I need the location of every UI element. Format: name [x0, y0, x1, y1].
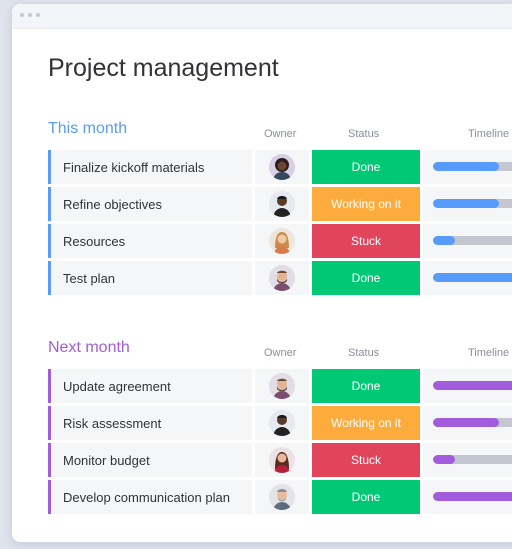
table-row[interactable]: Update agreement Done — [48, 369, 512, 403]
table-row[interactable]: Test plan Done — [48, 261, 512, 295]
status-badge[interactable]: Working on it — [312, 187, 420, 221]
timeline-cell[interactable] — [423, 261, 512, 295]
group-next-month: Next month Owner Status Timeline Update … — [48, 339, 512, 514]
avatar-icon[interactable] — [269, 410, 295, 436]
owner-cell[interactable] — [255, 224, 309, 258]
status-badge[interactable]: Stuck — [312, 224, 420, 258]
timeline-cell[interactable] — [423, 406, 512, 440]
window-dot-icon[interactable] — [20, 13, 24, 17]
owner-cell[interactable] — [255, 261, 309, 295]
task-cell[interactable]: Resources — [48, 224, 252, 258]
timeline-fill — [433, 236, 455, 245]
task-name: Risk assessment — [63, 416, 162, 431]
timeline-cell[interactable] — [423, 187, 512, 221]
status-badge[interactable]: Working on it — [312, 406, 420, 440]
owner-cell[interactable] — [255, 187, 309, 221]
timeline-cell[interactable] — [423, 150, 512, 184]
column-header-timeline[interactable]: Timeline — [468, 128, 509, 140]
column-header-timeline[interactable]: Timeline — [468, 347, 509, 359]
timeline-bar[interactable] — [433, 162, 512, 171]
avatar-icon[interactable] — [269, 191, 295, 217]
avatar-icon[interactable] — [269, 373, 295, 399]
table-row[interactable]: Risk assessment Working on it — [48, 406, 512, 440]
column-header-owner[interactable]: Owner — [264, 128, 296, 140]
group-header: Next month Owner Status Timeline — [48, 339, 512, 363]
timeline-fill — [433, 455, 455, 464]
column-header-status[interactable]: Status — [348, 128, 379, 140]
status-badge[interactable]: Stuck — [312, 443, 420, 477]
task-name: Resources — [63, 234, 126, 249]
task-cell[interactable]: Monitor budget — [48, 443, 252, 477]
group-header: This month Owner Status Timeline — [48, 120, 512, 144]
app-window: Project management This month Owner Stat… — [12, 4, 512, 542]
table-row[interactable]: Resources Stuck — [48, 224, 512, 258]
timeline-bar[interactable] — [433, 199, 512, 208]
status-badge[interactable]: Done — [312, 261, 420, 295]
table-row[interactable]: Refine objectives Working on it — [48, 187, 512, 221]
task-name: Update agreement — [63, 379, 171, 394]
avatar-icon[interactable] — [269, 484, 295, 510]
table-row[interactable]: Finalize kickoff materials Done — [48, 150, 512, 184]
status-badge[interactable]: Done — [312, 480, 420, 514]
timeline-bar[interactable] — [433, 492, 512, 501]
column-header-status[interactable]: Status — [348, 347, 379, 359]
avatar-icon[interactable] — [269, 447, 295, 473]
task-cell[interactable]: Test plan — [48, 261, 252, 295]
table-row[interactable]: Monitor budget Stuck — [48, 443, 512, 477]
task-name: Develop communication plan — [63, 490, 230, 505]
timeline-bar[interactable] — [433, 236, 512, 245]
owner-cell[interactable] — [255, 480, 309, 514]
window-dot-icon[interactable] — [36, 13, 40, 17]
task-name: Test plan — [63, 271, 116, 286]
owner-cell[interactable] — [255, 443, 309, 477]
task-name: Refine objectives — [63, 197, 162, 212]
window-titlebar — [12, 4, 512, 29]
column-header-owner[interactable]: Owner — [264, 347, 296, 359]
task-cell[interactable]: Update agreement — [48, 369, 252, 403]
owner-cell[interactable] — [255, 369, 309, 403]
timeline-fill — [433, 199, 499, 208]
timeline-fill — [433, 162, 499, 171]
timeline-bar[interactable] — [433, 273, 512, 282]
group-this-month: This month Owner Status Timeline Finaliz… — [48, 120, 512, 295]
owner-cell[interactable] — [255, 406, 309, 440]
status-badge[interactable]: Done — [312, 150, 420, 184]
group-title[interactable]: This month — [48, 120, 127, 138]
task-cell[interactable]: Risk assessment — [48, 406, 252, 440]
task-cell[interactable]: Refine objectives — [48, 187, 252, 221]
group-title[interactable]: Next month — [48, 339, 130, 357]
timeline-bar[interactable] — [433, 418, 512, 427]
timeline-bar[interactable] — [433, 381, 512, 390]
timeline-cell[interactable] — [423, 224, 512, 258]
avatar-icon[interactable] — [269, 265, 295, 291]
task-cell[interactable]: Finalize kickoff materials — [48, 150, 252, 184]
task-name: Finalize kickoff materials — [63, 160, 205, 175]
task-name: Monitor budget — [63, 453, 150, 468]
timeline-cell[interactable] — [423, 443, 512, 477]
window-dot-icon[interactable] — [28, 13, 32, 17]
timeline-fill — [433, 492, 512, 501]
timeline-fill — [433, 381, 512, 390]
avatar-icon[interactable] — [269, 154, 295, 180]
timeline-fill — [433, 273, 512, 282]
timeline-cell[interactable] — [423, 369, 512, 403]
page-title: Project management — [48, 54, 279, 82]
timeline-fill — [433, 418, 499, 427]
status-badge[interactable]: Done — [312, 369, 420, 403]
owner-cell[interactable] — [255, 150, 309, 184]
task-cell[interactable]: Develop communication plan — [48, 480, 252, 514]
avatar-icon[interactable] — [269, 228, 295, 254]
table-row[interactable]: Develop communication plan Done — [48, 480, 512, 514]
timeline-bar[interactable] — [433, 455, 512, 464]
timeline-cell[interactable] — [423, 480, 512, 514]
